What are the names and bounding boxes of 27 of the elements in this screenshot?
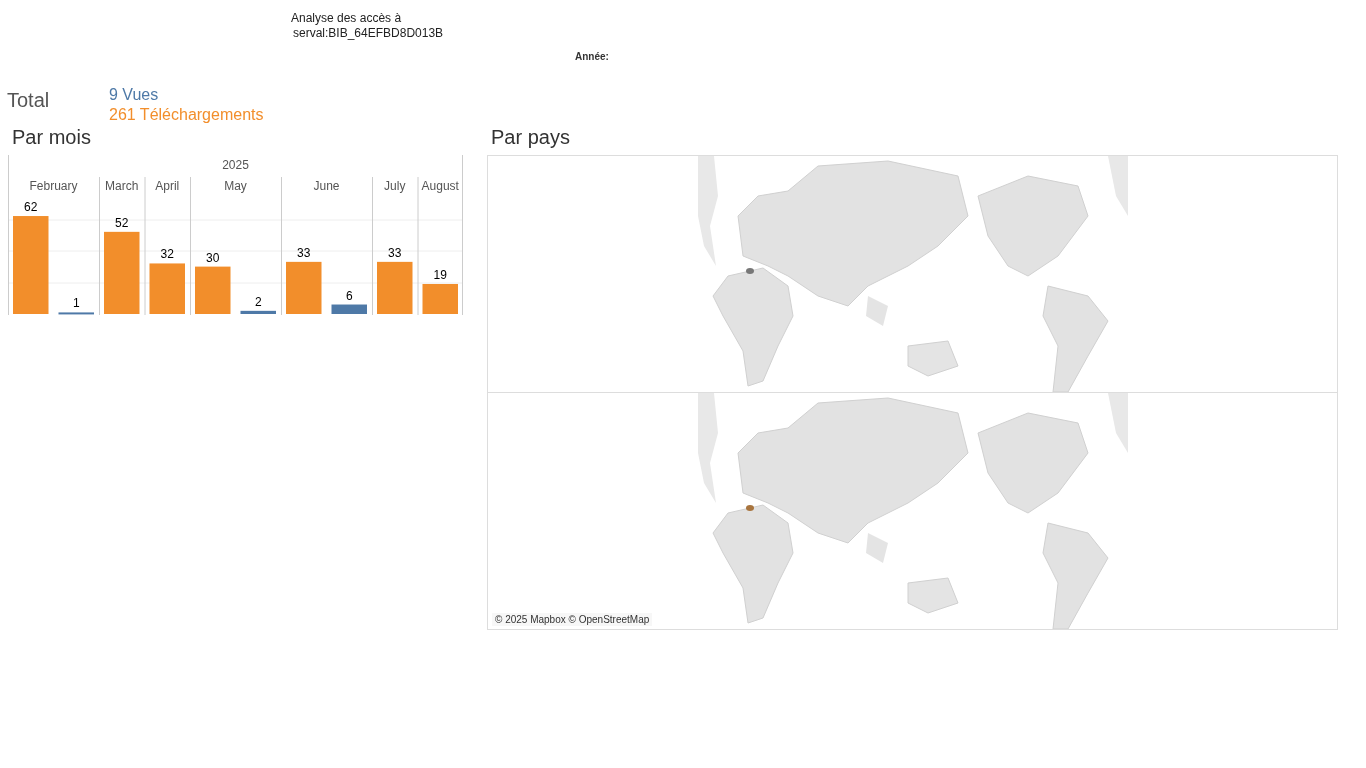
data-label: 30 — [206, 250, 220, 265]
month-label: June — [313, 179, 340, 193]
total-label: Total — [7, 89, 51, 112]
data-label: 32 — [160, 247, 174, 262]
total-value: 9 Vues — [109, 85, 160, 105]
section-title: Par mois — [11, 126, 92, 150]
data-label: 52 — [115, 215, 129, 230]
month-label: May — [224, 179, 247, 193]
data-label: 1 — [72, 296, 80, 310]
month-label: August — [421, 179, 459, 193]
data-label: 33 — [297, 245, 311, 260]
data-label: 6 — [345, 288, 353, 303]
month-label: March — [105, 179, 139, 193]
data-label: 19 — [433, 268, 447, 282]
data-label: 62 — [24, 200, 38, 215]
total-value: 261 Téléchargements — [109, 105, 264, 125]
report-title: serval:BIB_64EFBD8D013B — [292, 26, 444, 41]
data-label: 2 — [254, 294, 262, 309]
data-label: 33 — [388, 245, 402, 260]
map-attribution: © 2025 Mapbox © OpenStreetMap — [492, 613, 653, 626]
month-label: July — [384, 179, 406, 193]
month-label: February — [29, 179, 78, 193]
month-label: April — [155, 179, 180, 193]
report-title: Analyse des accès à — [291, 11, 403, 26]
year-label: 2025 — [222, 158, 249, 172]
section-title: Par pays — [490, 126, 571, 150]
year-filter-label: Année: — [575, 51, 609, 62]
